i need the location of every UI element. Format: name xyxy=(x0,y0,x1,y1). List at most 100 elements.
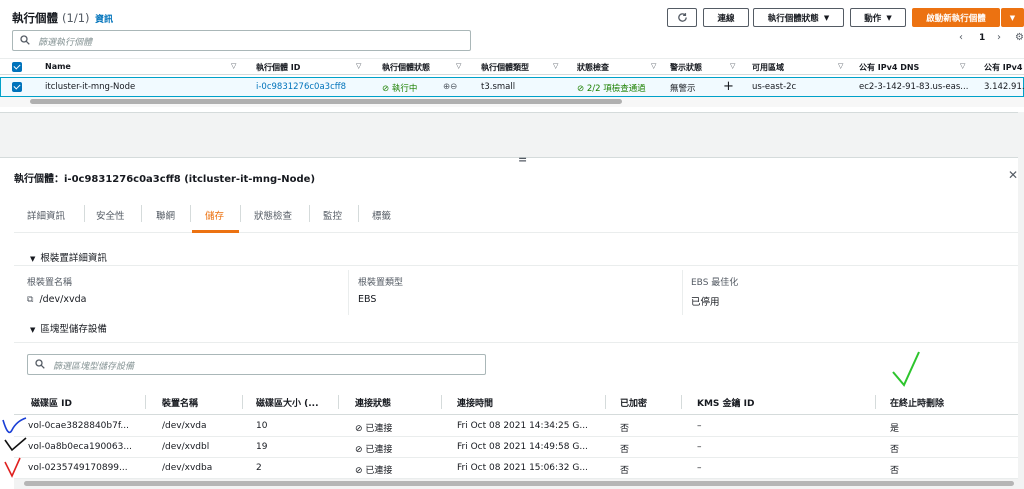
sort-icon[interactable]: ▽ xyxy=(231,62,236,70)
instance-count: (1/1) xyxy=(62,11,90,25)
actions-button[interactable]: 動作 ▼ xyxy=(850,8,906,27)
add-alarm-icon[interactable]: + xyxy=(723,79,734,94)
tab-monitoring[interactable]: 監控 xyxy=(323,208,342,222)
sort-icon[interactable]: ▽ xyxy=(838,62,843,70)
instances-table-header: Name ▽ 執行個體 ID ▽ 執行個體狀態 ▽ 執行個體類型 ▽ 狀態檢查 … xyxy=(0,58,1024,75)
sort-icon[interactable]: ▽ xyxy=(651,62,656,70)
green-check-mark-icon xyxy=(892,351,920,387)
tab-storage[interactable]: 儲存 xyxy=(205,208,224,222)
instance-state-label: 執行個體狀態 xyxy=(767,13,819,24)
title-text: 執行個體 xyxy=(12,11,58,25)
horizontal-scrollbar[interactable] xyxy=(0,97,1024,107)
table-row[interactable]: itcluster-it-mng-Node i-0c9831276c0a3cff… xyxy=(0,77,1024,97)
splitter-handle-icon[interactable]: = xyxy=(518,154,527,165)
root-device-type-value: EBS xyxy=(358,294,377,305)
expand-triangle-icon: ▼ xyxy=(30,326,36,334)
column-divider xyxy=(348,270,349,315)
launch-instance-button[interactable]: 啟動新執行個體 xyxy=(912,8,1000,27)
search-placeholder: 篩選執行個體 xyxy=(38,38,93,48)
launch-label: 啟動新執行個體 xyxy=(926,13,986,24)
col-status-check[interactable]: 狀態檢查 xyxy=(577,62,609,73)
col-name[interactable]: Name xyxy=(45,62,71,71)
panel-splitter[interactable] xyxy=(0,112,1024,158)
col-ipv4[interactable]: 公有 IPv4 xyxy=(984,62,1022,73)
tab-divider xyxy=(141,205,142,222)
state-text: 執行中 xyxy=(391,84,418,94)
public-ipv4: 3.142.91.8 xyxy=(984,82,1024,92)
tab-divider xyxy=(240,205,241,222)
copy-icon[interactable]: ⧉ xyxy=(27,295,33,305)
zoom-icons[interactable]: ⊕⊖ xyxy=(443,82,457,92)
page-number[interactable]: 1 xyxy=(979,33,985,43)
sort-icon[interactable]: ▽ xyxy=(553,62,558,70)
instances-panel: 執行個體 (1/1) 資訊 連線 執行個體狀態 ▼ 動作 ▼ 啟動新執行個體 ▼… xyxy=(0,0,1024,112)
instance-id-link[interactable]: i-0c9831276c0a3cff8 xyxy=(256,82,346,92)
col-type[interactable]: 執行個體類型 xyxy=(481,62,529,73)
tab-divider xyxy=(190,205,191,222)
caret-down-icon: ▼ xyxy=(823,13,830,22)
divider xyxy=(14,265,1018,266)
sort-icon[interactable]: ▽ xyxy=(456,62,461,70)
check-circle-icon: ⊘ xyxy=(577,84,585,94)
root-device-section-header[interactable]: ▼ 根裝置詳細資訊 xyxy=(30,250,107,264)
tab-status-checks[interactable]: 狀態檢查 xyxy=(254,208,292,222)
select-all-checkbox[interactable] xyxy=(12,62,22,72)
launch-dropdown-button[interactable]: ▼ xyxy=(1001,8,1024,27)
col-zone[interactable]: 可用區域 xyxy=(752,62,784,73)
block-device-section-header[interactable]: ▼ 區塊型儲存設備 xyxy=(30,321,107,335)
settings-gear-icon[interactable]: ⚙ xyxy=(1015,32,1024,43)
status-check: ⊘ 2/2 項檢查通過 xyxy=(577,82,646,94)
ebs-optimized-label: EBS 最佳化 xyxy=(691,278,739,288)
detail-tabs: 詳細資訊 安全性 聯網 儲存 狀態檢查 監控 標籤 xyxy=(14,196,1018,233)
instance-name: itcluster-it-mng-Node xyxy=(45,82,136,92)
col-instance-id[interactable]: 執行個體 ID xyxy=(256,62,300,73)
refresh-button[interactable] xyxy=(667,8,697,27)
root-device-name: ⧉ /dev/xvda xyxy=(27,294,86,305)
refresh-icon xyxy=(677,13,687,22)
column-divider xyxy=(682,270,683,315)
col-alarm[interactable]: 警示狀態 xyxy=(670,62,702,73)
row-checkbox[interactable] xyxy=(12,82,22,92)
instance-type: t3.small xyxy=(481,82,516,92)
vertical-scrollbar[interactable] xyxy=(1018,112,1024,489)
root-section-label: 根裝置詳細資訊 xyxy=(40,253,107,264)
page-title: 執行個體 (1/1) xyxy=(12,10,90,26)
caret-down-icon: ▼ xyxy=(886,13,892,22)
search-icon xyxy=(20,35,30,45)
black-check-mark-icon xyxy=(4,437,27,452)
instance-search-input[interactable]: 篩選執行個體 xyxy=(12,30,471,51)
info-link[interactable]: 資訊 xyxy=(95,12,113,25)
instance-state-button[interactable]: 執行個體狀態 ▼ xyxy=(753,8,844,27)
tab-security[interactable]: 安全性 xyxy=(96,208,125,222)
tab-tags[interactable]: 標籤 xyxy=(372,208,391,222)
actions-label: 動作 xyxy=(864,13,882,24)
annotation-overlay xyxy=(2,351,920,478)
public-dns: ec2-3-142-91-83.us-eas... xyxy=(859,82,969,92)
tab-details[interactable]: 詳細資訊 xyxy=(27,208,65,222)
root-device-name-value: /dev/xvda xyxy=(39,294,87,305)
red-check-mark-icon xyxy=(4,457,21,478)
active-tab-indicator xyxy=(192,230,239,233)
connect-button[interactable]: 連線 xyxy=(703,8,749,27)
next-page-icon[interactable]: › xyxy=(997,32,1001,43)
prev-page-icon[interactable]: ‹ xyxy=(959,32,963,43)
instance-state: ⊘ 執行中 xyxy=(382,82,417,94)
availability-zone: us-east-2c xyxy=(752,82,797,92)
tab-networking[interactable]: 聯網 xyxy=(156,208,175,222)
close-icon[interactable]: ✕ xyxy=(1008,168,1018,182)
sort-icon[interactable]: ▽ xyxy=(356,62,361,70)
tab-divider xyxy=(358,205,359,222)
sort-icon[interactable]: ▽ xyxy=(730,62,735,70)
caret-down-icon: ▼ xyxy=(1009,13,1016,22)
running-check-icon: ⊘ xyxy=(382,84,390,94)
block-section-label: 區塊型儲存設備 xyxy=(40,324,107,335)
scrollbar-thumb[interactable] xyxy=(30,99,622,104)
tab-divider xyxy=(309,205,310,222)
sort-icon[interactable]: ▽ xyxy=(960,62,965,70)
col-dns[interactable]: 公有 IPv4 DNS xyxy=(859,62,919,73)
detail-title: 執行個體：i-0c9831276c0a3cff8 (itcluster-it-m… xyxy=(14,174,316,185)
col-state[interactable]: 執行個體狀態 xyxy=(382,62,430,73)
tab-divider xyxy=(84,205,85,222)
divider xyxy=(14,342,1018,343)
blue-check-mark-icon xyxy=(2,417,27,434)
